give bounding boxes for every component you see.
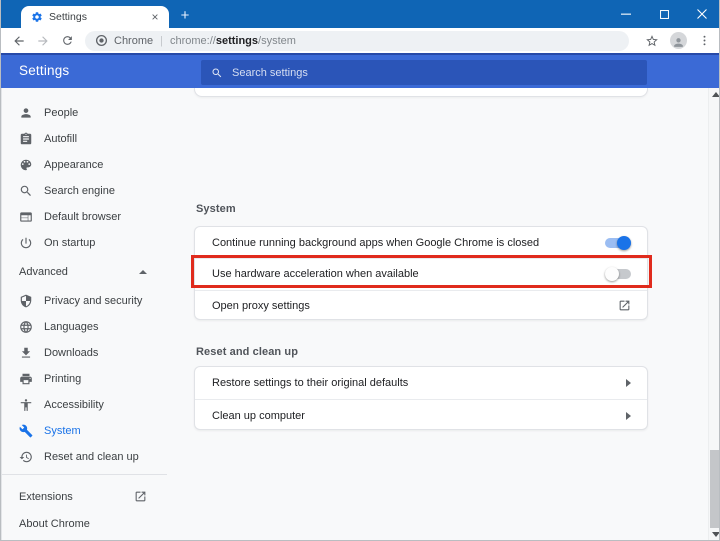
bookmark-star-icon[interactable] (641, 30, 663, 52)
forward-icon[interactable] (31, 30, 55, 52)
scrollbar-down-icon[interactable] (712, 532, 719, 537)
sidebar-item-about-chrome[interactable]: About Chrome (2, 510, 167, 537)
power-icon (19, 236, 33, 250)
sidebar-item-system[interactable]: System (2, 418, 167, 444)
site-chip-label: Chrome (114, 34, 154, 47)
settings-main: System Continue running background apps … (191, 88, 652, 540)
browser-window: Settings × + Chrome | chrome://settings/… (0, 0, 720, 541)
close-window-button[interactable] (683, 0, 719, 28)
external-link-icon (618, 299, 631, 312)
new-tab-button[interactable]: + (173, 5, 197, 25)
sidebar-item-appearance[interactable]: Appearance (2, 152, 167, 178)
sidebar-item-extensions[interactable]: Extensions (2, 483, 167, 510)
row-open-proxy-settings[interactable]: Open proxy settings (195, 289, 647, 319)
site-chip-icon (95, 34, 108, 47)
sidebar-item-on-startup[interactable]: On startup (2, 230, 167, 256)
chevron-right-icon (626, 411, 631, 420)
sidebar-item-search-engine[interactable]: Search engine (2, 178, 167, 204)
browser-window-icon (19, 210, 33, 224)
settings-content: People Autofill Appearance Search engine… (1, 88, 719, 540)
shield-icon (19, 294, 33, 308)
page-title: Settings (19, 63, 70, 78)
chevron-up-icon (139, 270, 147, 274)
section-heading-reset: Reset and clean up (196, 346, 299, 358)
sidebar-item-printing[interactable]: Printing (2, 366, 167, 392)
sidebar-item-autofill[interactable]: Autofill (2, 126, 167, 152)
sidebar-item-default-browser[interactable]: Default browser (2, 204, 167, 230)
reset-card: Restore settings to their original defau… (194, 366, 648, 430)
tab-title: Settings (49, 11, 87, 23)
search-placeholder: Search settings (232, 66, 308, 79)
printer-icon (19, 372, 33, 386)
scrollbar-thumb[interactable] (710, 450, 719, 528)
tab-close-icon[interactable]: × (148, 10, 162, 24)
titlebar: Settings × + (1, 0, 719, 28)
window-controls (607, 0, 719, 28)
address-bar[interactable]: Chrome | chrome://settings/system (85, 30, 629, 51)
sidebar-item-privacy[interactable]: Privacy and security (2, 288, 167, 314)
toggle-hardware-acceleration[interactable] (605, 267, 631, 282)
sidebar-divider (2, 474, 167, 475)
system-card: Continue running background apps when Go… (194, 226, 648, 320)
toggle-background-apps[interactable] (605, 235, 631, 250)
browser-tab-settings[interactable]: Settings × (21, 6, 169, 28)
avatar-person-icon (669, 32, 687, 49)
profile-avatar[interactable] (667, 30, 689, 52)
minimize-button[interactable] (607, 0, 645, 28)
settings-header: Settings Search settings (1, 53, 719, 88)
sidebar-item-downloads[interactable]: Downloads (2, 340, 167, 366)
scrollbar-up-icon[interactable] (712, 92, 719, 97)
accessibility-icon (19, 398, 33, 412)
section-heading-system: System (196, 203, 236, 215)
sidebar-item-people[interactable]: People (2, 100, 167, 126)
sidebar-item-reset[interactable]: Reset and clean up (2, 444, 167, 470)
browser-menu-icon[interactable] (693, 30, 715, 52)
row-restore-defaults[interactable]: Restore settings to their original defau… (195, 367, 647, 399)
download-icon (19, 346, 33, 360)
launch-icon (134, 490, 147, 503)
omnibox-separator: | (160, 34, 163, 47)
url-text: chrome://settings/system (169, 34, 296, 47)
row-background-apps[interactable]: Continue running background apps when Go… (195, 227, 647, 258)
maximize-button[interactable] (645, 0, 683, 28)
settings-sidebar: People Autofill Appearance Search engine… (1, 88, 167, 540)
sidebar-item-languages[interactable]: Languages (2, 314, 167, 340)
globe-icon (19, 320, 33, 334)
chevron-right-icon (626, 379, 631, 387)
back-icon[interactable] (7, 30, 31, 52)
row-hardware-acceleration[interactable]: Use hardware acceleration when available (195, 258, 647, 289)
search-settings-input[interactable]: Search settings (201, 60, 647, 85)
wrench-icon (19, 424, 33, 438)
reload-icon[interactable] (55, 30, 79, 52)
settings-favicon-icon (31, 11, 43, 23)
row-clean-up-computer[interactable]: Clean up computer (195, 399, 647, 429)
previous-card-edge (194, 88, 648, 97)
search-icon (211, 67, 223, 79)
search-icon (19, 184, 33, 198)
palette-icon (19, 158, 33, 172)
sidebar-item-accessibility[interactable]: Accessibility (2, 392, 167, 418)
autofill-icon (19, 132, 33, 146)
sidebar-advanced-toggle[interactable]: Advanced (2, 256, 167, 288)
page-scrollbar[interactable] (708, 88, 719, 540)
person-icon (19, 106, 33, 120)
browser-toolbar: Chrome | chrome://settings/system (1, 28, 719, 53)
restore-icon (19, 450, 33, 464)
